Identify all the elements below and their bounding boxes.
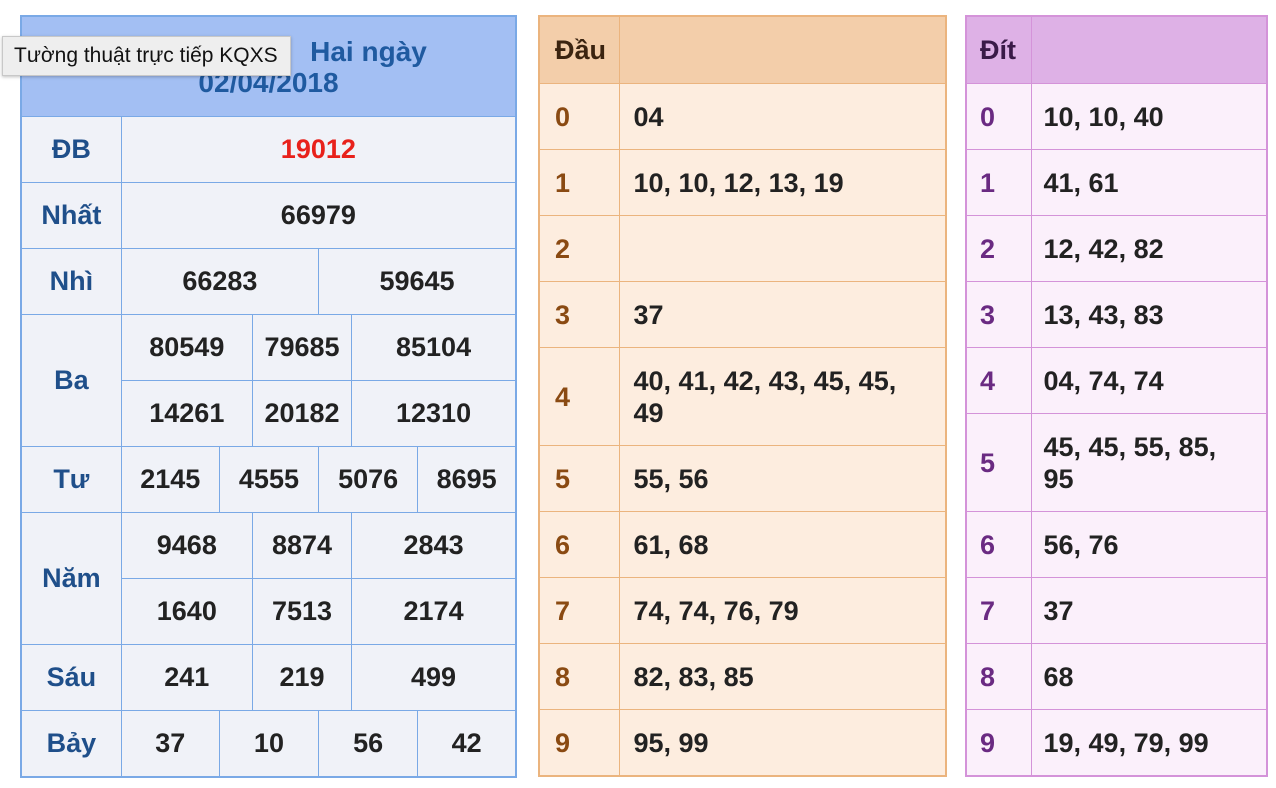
prize-nhat-value: 66979 bbox=[120, 182, 517, 249]
dit-key: 6 bbox=[965, 511, 1032, 579]
dit-values: 56, 76 bbox=[1030, 511, 1268, 579]
prize-nhi-value: 66283 bbox=[120, 248, 320, 315]
dit-key: 3 bbox=[965, 281, 1032, 349]
dau-values: 95, 99 bbox=[618, 709, 947, 777]
dit-key: 9 bbox=[965, 709, 1032, 777]
dau-values: 10, 10, 12, 13, 19 bbox=[618, 149, 947, 217]
dau-values bbox=[618, 215, 947, 283]
dau-values: 55, 56 bbox=[618, 445, 947, 513]
prize-label-nhat: Nhất bbox=[20, 182, 122, 249]
prize-nam-value: 8874 bbox=[251, 512, 353, 579]
prize-bay-value: 56 bbox=[318, 710, 419, 777]
dau-values: 04 bbox=[618, 83, 947, 151]
prize-label-ba: Ba bbox=[20, 314, 122, 447]
dit-key: 8 bbox=[965, 643, 1032, 711]
dau-key: 4 bbox=[538, 347, 620, 447]
dit-values: 41, 61 bbox=[1030, 149, 1268, 217]
prize-label-nam: Năm bbox=[20, 512, 122, 645]
dau-table: Đầu 0 04 1 10, 10, 12, 13, 19 2 3 37 4 40, 4… bbox=[538, 15, 947, 777]
dau-values: 74, 74, 76, 79 bbox=[618, 577, 947, 645]
prize-ba-value: 79685 bbox=[251, 314, 353, 381]
dau-values: 40, 41, 42, 43, 45, 45, 49 bbox=[618, 347, 947, 447]
dit-values: 68 bbox=[1030, 643, 1268, 711]
dau-key: 3 bbox=[538, 281, 620, 349]
prize-ba-value: 80549 bbox=[120, 314, 253, 381]
dit-key: 7 bbox=[965, 577, 1032, 645]
dit-table: Đít 0 10, 10, 40 1 41, 61 2 12, 42, 82 3 13,… bbox=[965, 15, 1268, 777]
prize-bay-value: 37 bbox=[120, 710, 220, 777]
dau-key: 0 bbox=[538, 83, 620, 151]
dit-values: 45, 45, 55, 85, 95 bbox=[1030, 413, 1268, 513]
dit-header: Đít bbox=[965, 15, 1032, 85]
prize-nam-value: 2843 bbox=[351, 512, 517, 579]
prize-ba-value: 20182 bbox=[251, 380, 353, 447]
prize-sau-value: 241 bbox=[120, 644, 253, 711]
prize-label-nhi: Nhì bbox=[20, 248, 122, 315]
dit-values: 10, 10, 40 bbox=[1030, 83, 1268, 151]
prize-bay-value: 10 bbox=[218, 710, 320, 777]
dau-key: 1 bbox=[538, 149, 620, 217]
prize-tu-value: 2145 bbox=[120, 446, 220, 513]
dit-key: 0 bbox=[965, 83, 1032, 151]
dit-key: 1 bbox=[965, 149, 1032, 217]
prize-db-value: 19012 bbox=[120, 116, 517, 183]
dit-values: 04, 74, 74 bbox=[1030, 347, 1268, 415]
prize-nam-value: 2174 bbox=[351, 578, 517, 645]
prize-ba-value: 12310 bbox=[351, 380, 517, 447]
dau-key: 2 bbox=[538, 215, 620, 283]
dau-key: 9 bbox=[538, 709, 620, 777]
dit-header-blank bbox=[1030, 15, 1268, 85]
prize-nam-value: 7513 bbox=[251, 578, 353, 645]
prize-nam-value: 1640 bbox=[120, 578, 253, 645]
dit-key: 5 bbox=[965, 413, 1032, 513]
prize-sau-value: 499 bbox=[351, 644, 517, 711]
dau-key: 5 bbox=[538, 445, 620, 513]
prize-label-bay: Bảy bbox=[20, 710, 122, 777]
dau-values: 61, 68 bbox=[618, 511, 947, 579]
dau-key: 6 bbox=[538, 511, 620, 579]
prize-ba-value: 14261 bbox=[120, 380, 253, 447]
dit-values: 12, 42, 82 bbox=[1030, 215, 1268, 283]
dau-values: 37 bbox=[618, 281, 947, 349]
dit-key: 2 bbox=[965, 215, 1032, 283]
prize-ba-value: 85104 bbox=[351, 314, 517, 381]
dau-header: Đầu bbox=[538, 15, 620, 85]
dit-values: 13, 43, 83 bbox=[1030, 281, 1268, 349]
prize-tu-value: 5076 bbox=[318, 446, 419, 513]
prize-tu-value: 8695 bbox=[417, 446, 517, 513]
prize-nhi-value: 59645 bbox=[318, 248, 517, 315]
dau-header-blank bbox=[618, 15, 947, 85]
prize-nam-value: 9468 bbox=[120, 512, 253, 579]
dit-values: 19, 49, 79, 99 bbox=[1030, 709, 1268, 777]
prize-label-db: ĐB bbox=[20, 116, 122, 183]
dit-key: 4 bbox=[965, 347, 1032, 415]
prize-label-tu: Tư bbox=[20, 446, 122, 513]
prize-label-sau: Sáu bbox=[20, 644, 122, 711]
lottery-results-table: Hai ngày 02/04/2018 ĐB 19012 Nhất 66979 … bbox=[20, 15, 517, 778]
tooltip: Tường thuật trực tiếp KQXS bbox=[2, 36, 291, 76]
dit-values: 37 bbox=[1030, 577, 1268, 645]
dau-key: 8 bbox=[538, 643, 620, 711]
dau-values: 82, 83, 85 bbox=[618, 643, 947, 711]
prize-sau-value: 219 bbox=[251, 644, 353, 711]
prize-tu-value: 4555 bbox=[218, 446, 320, 513]
prize-bay-value: 42 bbox=[417, 710, 517, 777]
dau-key: 7 bbox=[538, 577, 620, 645]
